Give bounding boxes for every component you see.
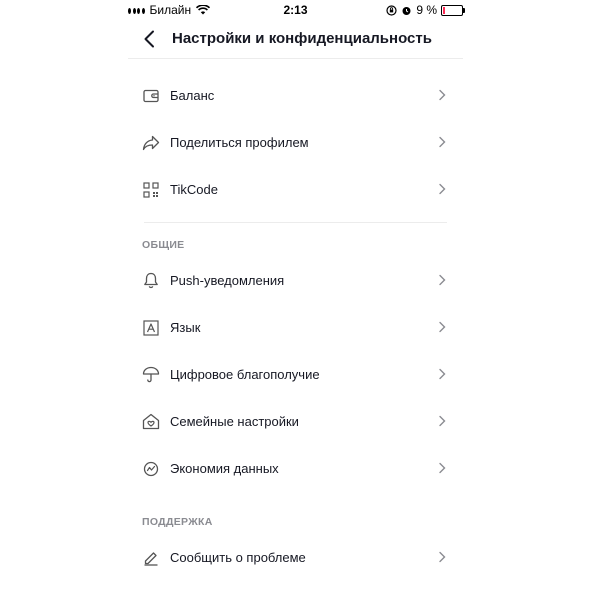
battery-percent: 9 %	[416, 3, 437, 17]
settings-item-label: Семейные настройки	[170, 414, 299, 429]
chevron-left-icon	[144, 30, 154, 48]
settings-item-label: Push-уведомления	[170, 273, 285, 288]
settings-item-data-saver[interactable]: Экономия данных	[128, 445, 463, 492]
settings-item-tikcode[interactable]: TikCode	[128, 166, 463, 213]
wallet-icon	[141, 86, 161, 106]
status-bar: Билайн 2:13 9 %	[128, 0, 465, 20]
section-divider	[144, 222, 447, 223]
language-icon	[141, 318, 161, 338]
settings-screen: Билайн 2:13 9 % Настройки и конфиденциал…	[0, 0, 591, 600]
data-saver-icon	[141, 459, 161, 479]
section-title-support: ПОДДЕРЖКА	[142, 516, 213, 528]
umbrella-icon	[141, 365, 161, 385]
family-home-icon	[141, 412, 161, 432]
chevron-right-icon	[439, 368, 446, 380]
settings-item-label: Экономия данных	[170, 461, 279, 476]
pencil-icon	[141, 548, 161, 568]
chevron-right-icon	[439, 89, 446, 101]
settings-item-share-profile[interactable]: Поделиться профилем	[128, 119, 463, 166]
rotation-lock-icon	[386, 4, 397, 16]
chevron-right-icon	[439, 136, 446, 148]
section-title-general: ОБЩИЕ	[142, 239, 185, 251]
qr-code-icon	[141, 180, 161, 200]
settings-item-language[interactable]: Язык	[128, 304, 463, 351]
settings-item-label: TikCode	[170, 182, 218, 197]
bell-icon	[141, 271, 161, 291]
chevron-right-icon	[439, 274, 446, 286]
settings-item-label: Поделиться профилем	[170, 135, 309, 150]
chevron-right-icon	[439, 551, 446, 563]
settings-list: Баланс Поделиться профилем TikCode ОБЩИЕ…	[128, 72, 463, 581]
alarm-icon	[402, 6, 411, 15]
battery-icon	[441, 4, 465, 16]
chevron-right-icon	[439, 462, 446, 474]
settings-item-family-pairing[interactable]: Семейные настройки	[128, 398, 463, 445]
settings-item-push-notifications[interactable]: Push-уведомления	[128, 257, 463, 304]
settings-item-label: Баланс	[170, 88, 215, 103]
settings-item-label: Язык	[170, 320, 201, 335]
settings-item-balance[interactable]: Баланс	[128, 72, 463, 119]
settings-item-label: Сообщить о проблеме	[170, 550, 306, 565]
status-right: 9 %	[386, 3, 465, 17]
back-button[interactable]	[138, 26, 160, 52]
settings-item-label: Цифровое благополучие	[170, 367, 320, 382]
page-title: Настройки и конфиденциальность	[172, 30, 432, 47]
share-icon	[141, 133, 161, 153]
chevron-right-icon	[439, 415, 446, 427]
settings-item-digital-wellbeing[interactable]: Цифровое благополучие	[128, 351, 463, 398]
chevron-right-icon	[439, 321, 446, 333]
header: Настройки и конфиденциальность	[128, 20, 463, 59]
chevron-right-icon	[439, 183, 446, 195]
settings-item-report-problem[interactable]: Сообщить о проблеме	[128, 534, 463, 581]
